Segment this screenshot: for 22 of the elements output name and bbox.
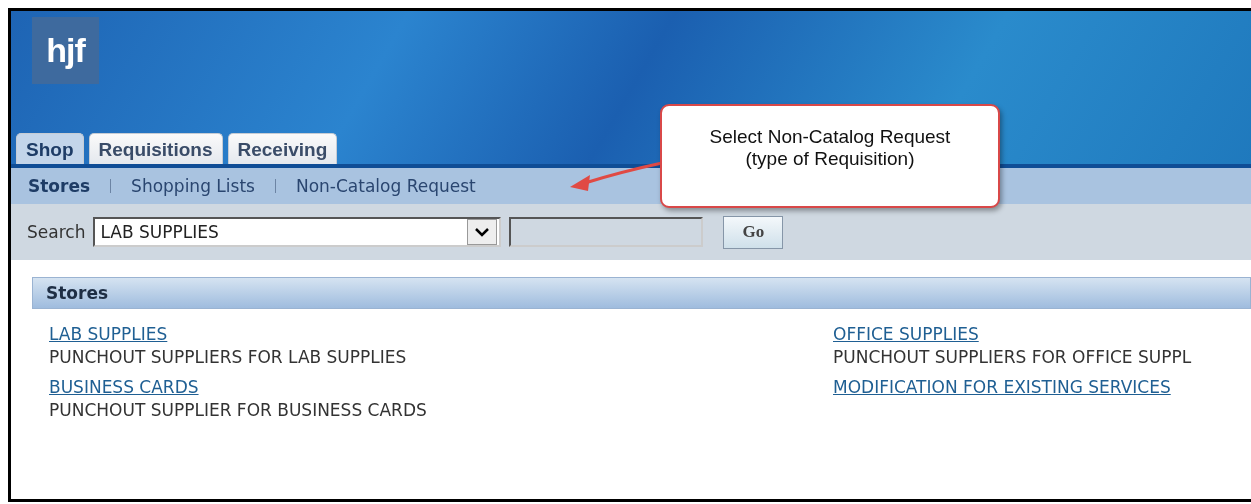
section-header: Stores (32, 277, 1251, 309)
subnav-link[interactable]: Shopping Lists (131, 176, 255, 196)
dropdown-icon[interactable] (467, 219, 498, 245)
go-button[interactable]: Go (723, 215, 784, 249)
search-label: Search (27, 222, 86, 242)
callout-text: Select Non-Catalog Request (709, 126, 951, 148)
store-link[interactable]: OFFICE SUPPLIES (833, 324, 979, 344)
nav-tab[interactable]: Shop (16, 133, 84, 164)
store-dropdown[interactable]: LAB SUPPLIES (93, 217, 502, 247)
callout-text: (type of Requisition) (745, 148, 915, 170)
store-link[interactable]: BUSINESS CARDS (49, 377, 199, 397)
store-link[interactable]: LAB SUPPLIES (49, 324, 168, 344)
search-field[interactable] (509, 217, 704, 247)
subnav-link[interactable]: Stores (28, 176, 91, 196)
store-description: PUNCHOUT SUPPLIER FOR BUSINESS CARDS (49, 400, 428, 420)
nav-tab[interactable]: Receiving (227, 133, 338, 164)
subnav-link[interactable]: Non-Catalog Request (295, 176, 476, 196)
store-description: PUNCHOUT SUPPLIERS FOR OFFICE SUPPL (833, 347, 1193, 367)
store-link[interactable]: MODIFICATION FOR EXISTING SERVICES (833, 377, 1171, 397)
logo: hjf (32, 17, 99, 84)
nav-tab[interactable]: Requisitions (88, 133, 223, 164)
store-description: PUNCHOUT SUPPLIERS FOR LAB SUPPLIES (49, 347, 408, 367)
